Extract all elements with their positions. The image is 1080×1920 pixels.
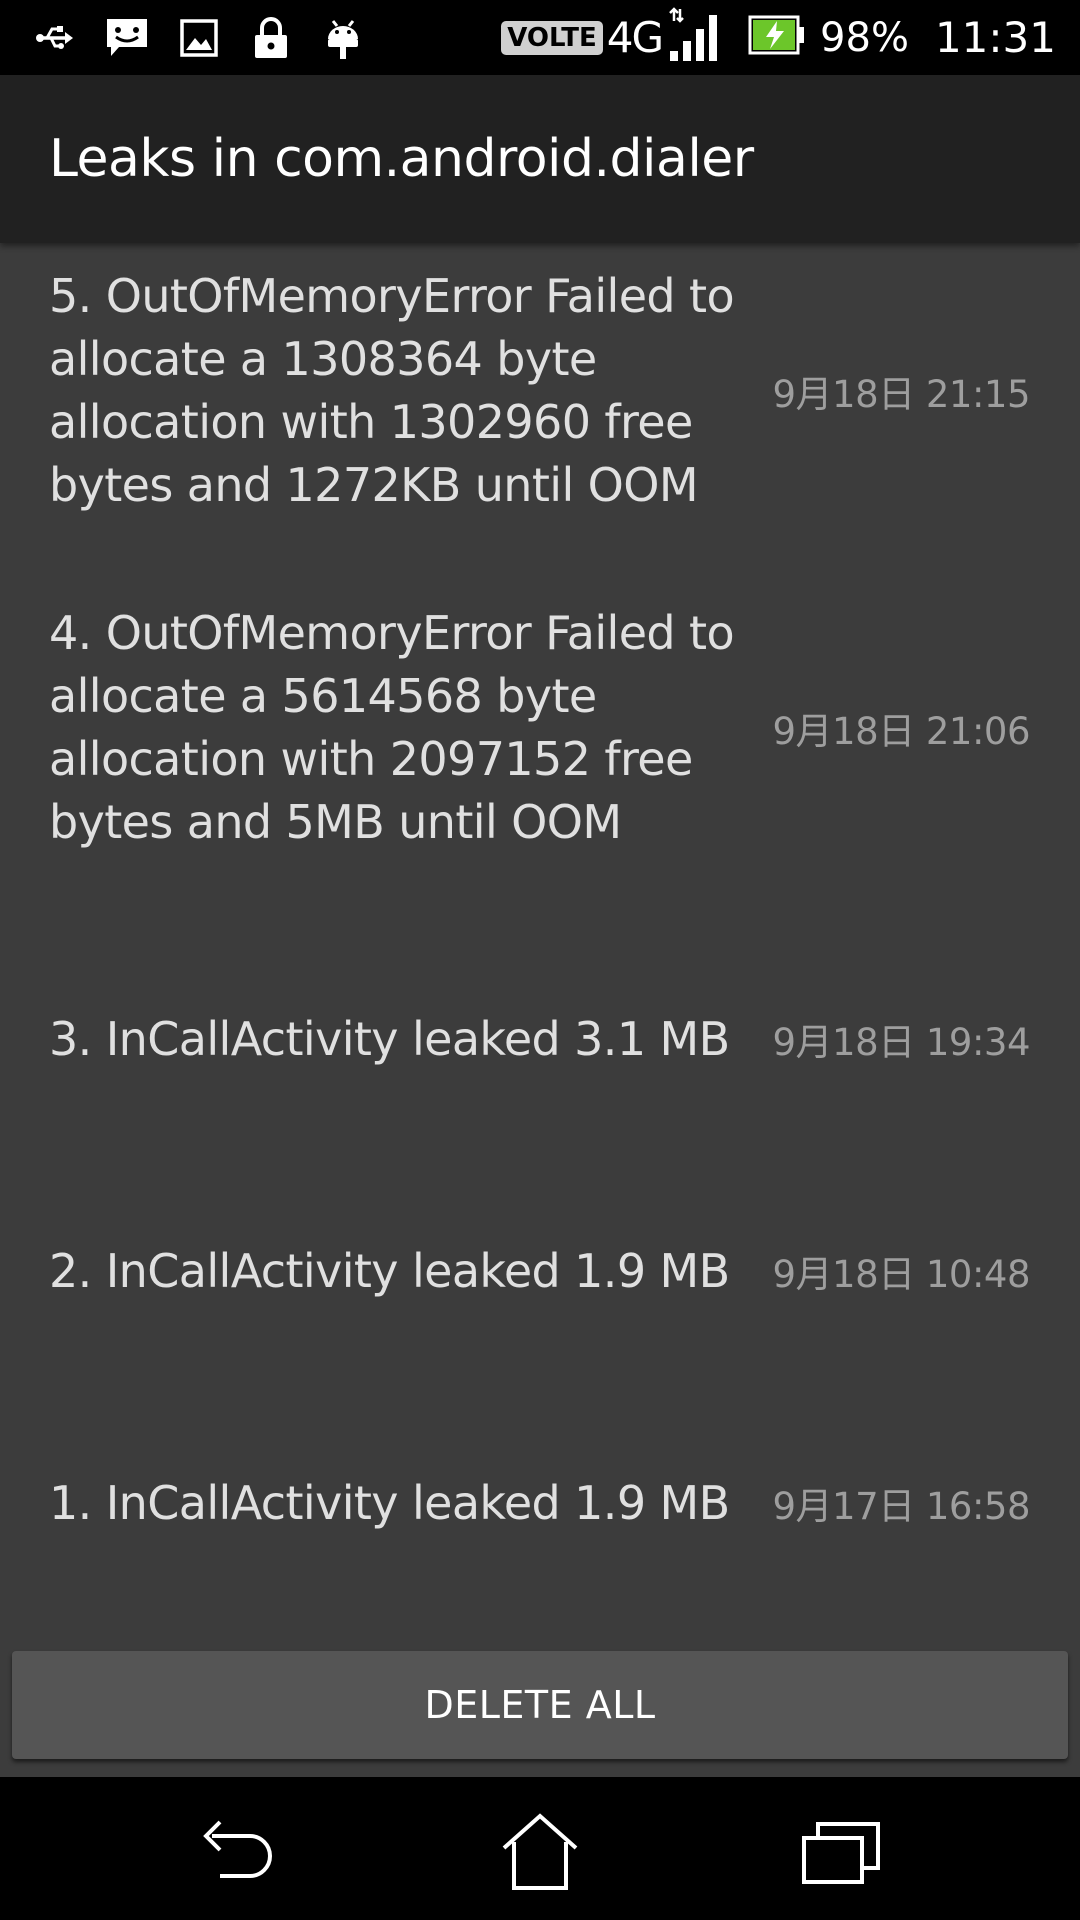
leak-time: 9月18日 21:06 — [772, 709, 1030, 753]
leak-list[interactable]: 5. OutOfMemoryError Failed to allocate a… — [0, 243, 1080, 1643]
app-bar: Leaks in com.android.dialer — [0, 75, 1080, 243]
leak-title: 5. OutOfMemoryError Failed to allocate a… — [49, 268, 735, 512]
recents-icon[interactable] — [797, 1807, 887, 1897]
back-icon[interactable] — [193, 1807, 283, 1897]
list-item[interactable]: 1. InCallActivity leaked 1.9 MB 9月17日 16… — [0, 1403, 1080, 1603]
leak-title: 2. InCallActivity leaked 1.9 MB — [49, 1243, 730, 1298]
delete-all-button[interactable]: DELETE ALL — [12, 1651, 1068, 1759]
leak-title: 3. InCallActivity leaked 3.1 MB — [49, 1011, 730, 1066]
list-item[interactable]: 2. InCallActivity leaked 1.9 MB 9月18日 10… — [0, 1171, 1080, 1371]
image-icon — [174, 13, 224, 63]
leak-time: 9月18日 19:34 — [772, 1021, 1030, 1064]
navigation-bar — [0, 1777, 1080, 1920]
list-item[interactable]: 4. OutOfMemoryError Failed to allocate a… — [0, 580, 1080, 875]
leak-time: 9月17日 16:58 — [772, 1485, 1030, 1528]
lock-icon — [246, 13, 296, 63]
battery-icon — [748, 15, 806, 60]
leak-title: 4. OutOfMemoryError Failed to allocate a… — [49, 605, 735, 849]
leak-time: 9月18日 21:15 — [772, 372, 1030, 416]
list-item[interactable]: 3. InCallActivity leaked 3.1 MB 9月18日 19… — [0, 939, 1080, 1139]
status-bar: VOLTE 4G 98% 11:31 — [0, 0, 1080, 75]
usb-icon — [30, 13, 80, 63]
battery-percent: 98% — [820, 14, 909, 61]
signal-icon — [668, 7, 722, 68]
list-item[interactable]: 5. OutOfMemoryError Failed to allocate a… — [0, 243, 1080, 538]
page-title: Leaks in com.android.dialer — [49, 129, 754, 189]
leak-title: 1. InCallActivity leaked 1.9 MB — [49, 1475, 730, 1530]
leak-time: 9月18日 10:48 — [772, 1253, 1030, 1296]
volte-badge: VOLTE — [501, 20, 603, 55]
status-clock: 11:31 — [934, 13, 1056, 62]
android-debug-icon — [318, 13, 368, 63]
system-status: VOLTE 4G 98% 11:31 — [501, 7, 1056, 68]
network-type: 4G — [606, 12, 664, 62]
notification-icons — [30, 13, 390, 63]
home-icon[interactable] — [495, 1807, 585, 1897]
action-footer: DELETE ALL — [0, 1643, 1080, 1777]
message-icon — [102, 13, 152, 63]
